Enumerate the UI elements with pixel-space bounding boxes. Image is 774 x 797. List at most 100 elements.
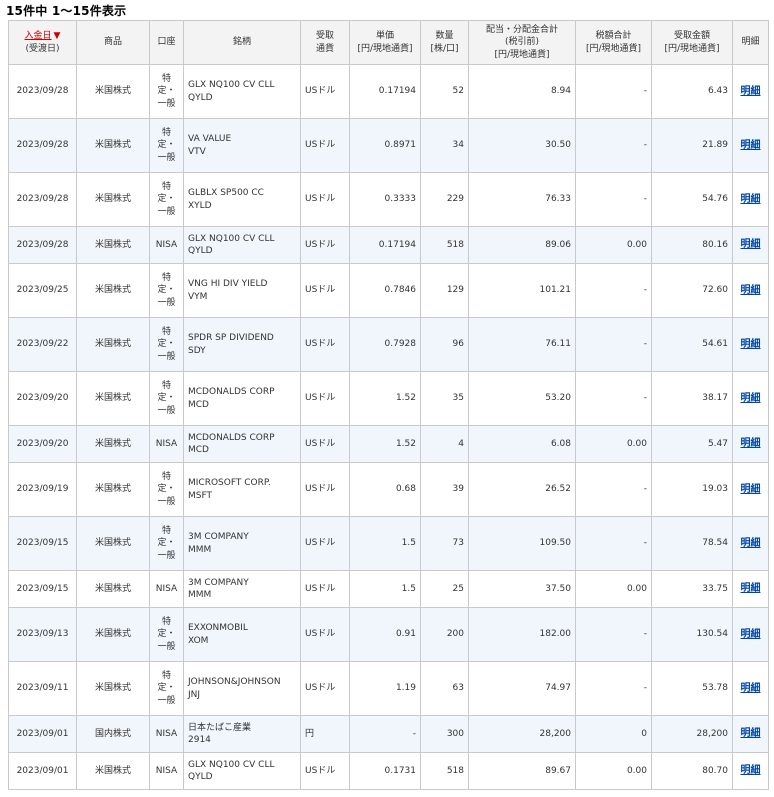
cell-unit-price: - — [349, 715, 421, 753]
account-type-text: 特 — [161, 74, 171, 85]
cell-dividend-total: 76.11 — [468, 317, 576, 372]
table-header-row: 入金日 ▼ (受渡日) 商品 口座 銘柄 受取 通貨 単価 [円/現地通貨] 数量… — [8, 20, 769, 65]
cell-unit-price: 1.52 — [349, 425, 421, 463]
cell-dividend-total: 37.50 — [468, 570, 576, 608]
table-row: 2023/09/28 米国株式特定・ 一般 VA VALUE VTV USドル 0.8971… — [8, 118, 769, 173]
detail-link[interactable]: 明細 — [741, 194, 761, 205]
cell-currency: USドル — [300, 425, 350, 463]
cell-product: 米国株式 — [76, 226, 150, 264]
detail-link[interactable]: 明細 — [741, 765, 761, 776]
cell-security-name: MICROSOFT CORP. MSFT — [183, 462, 301, 517]
cell-payment-date: 2023/09/22 — [8, 317, 77, 372]
cell-tax-total: - — [575, 263, 652, 318]
detail-link[interactable]: 明細 — [741, 538, 761, 549]
table-row: 2023/09/01 米国株式 NISA GLX NQ100 CV CLL QYLD US… — [8, 752, 769, 790]
account-type-text: 一般 — [157, 351, 176, 362]
security-ticker: MCD — [188, 445, 209, 455]
cell-currency: USドル — [300, 661, 350, 716]
cell-detail: 明細 — [732, 516, 769, 571]
detail-link[interactable]: 明細 — [741, 140, 761, 151]
cell-dividend-total: 30.50 — [468, 118, 576, 173]
cell-account: NISA — [149, 752, 184, 790]
detail-link[interactable]: 明細 — [741, 629, 761, 640]
col-header-tax-total: 税額合計 [円/現地通貨] — [575, 20, 652, 65]
cell-security-name: JOHNSON&JOHNSON JNJ — [183, 661, 301, 716]
cell-quantity: 229 — [420, 172, 469, 227]
cell-account: 特定・ 一般 — [149, 64, 184, 119]
detail-link[interactable]: 明細 — [741, 683, 761, 694]
detail-link[interactable]: 明細 — [741, 86, 761, 97]
cell-security-name: EXXONMOBIL XOM — [183, 607, 301, 662]
cell-quantity: 4 — [420, 425, 469, 463]
security-ticker: SDY — [188, 345, 206, 356]
col-header-received-amount: 受取金額 [円/現地通貨] — [651, 20, 733, 65]
result-count-summary: 15件中 1～15件表示 — [6, 4, 127, 18]
cell-dividend-total: 76.33 — [468, 172, 576, 227]
cell-quantity: 52 — [420, 64, 469, 119]
cell-unit-price: 0.17194 — [349, 64, 421, 119]
cell-dividend-total: 8.94 — [468, 64, 576, 119]
security-name: MCDONALDS CORP — [188, 432, 275, 443]
cell-product: 米国株式 — [76, 752, 150, 790]
detail-link[interactable]: 明細 — [741, 438, 761, 449]
security-ticker: 2914 — [188, 735, 211, 745]
cell-detail: 明細 — [732, 752, 769, 790]
cell-received-amount: 53.78 — [651, 661, 733, 716]
sort-by-date-link[interactable]: 入金日 — [25, 31, 52, 41]
cell-security-name: SPDR SP DIVIDEND SDY — [183, 317, 301, 372]
col-header-date[interactable]: 入金日 ▼ (受渡日) — [8, 20, 77, 65]
cell-dividend-total: 89.06 — [468, 226, 576, 264]
cell-dividend-total: 182.00 — [468, 607, 576, 662]
table-row: 2023/09/11 米国株式特定・ 一般 JOHNSON&JOHNSON JNJ USド… — [8, 661, 769, 716]
sort-desc-icon[interactable]: ▼ — [54, 30, 61, 42]
cell-unit-price: 0.17194 — [349, 226, 421, 264]
cell-payment-date: 2023/09/20 — [8, 371, 77, 426]
cell-quantity: 96 — [420, 317, 469, 372]
cell-payment-date: 2023/09/28 — [8, 64, 77, 119]
cell-tax-total: 0.00 — [575, 425, 652, 463]
detail-link[interactable]: 明細 — [741, 728, 761, 739]
cell-detail: 明細 — [732, 263, 769, 318]
account-type-text: NISA — [155, 765, 178, 776]
detail-link[interactable]: 明細 — [741, 239, 761, 250]
account-type-text: 一般 — [157, 206, 176, 217]
cell-unit-price: 1.19 — [349, 661, 421, 716]
cell-account: 特定・ 一般 — [149, 118, 184, 173]
security-name: GLX NQ100 CV CLL — [188, 759, 275, 770]
cell-unit-price: 0.8971 — [349, 118, 421, 173]
security-ticker: MCD — [188, 399, 209, 410]
detail-link[interactable]: 明細 — [741, 583, 761, 594]
cell-unit-price: 0.3333 — [349, 172, 421, 227]
cell-account: NISA — [149, 715, 184, 753]
security-name: JOHNSON&JOHNSON — [188, 677, 281, 688]
cell-detail: 明細 — [732, 661, 769, 716]
cell-account: NISA — [149, 425, 184, 463]
account-type-text: 特 — [161, 472, 171, 483]
security-ticker: QYLD — [188, 772, 213, 782]
col-header-name: 銘柄 — [183, 20, 301, 65]
account-type-text: 特 — [161, 617, 171, 628]
detail-link[interactable]: 明細 — [741, 285, 761, 296]
cell-dividend-total: 53.20 — [468, 371, 576, 426]
table-row: 2023/09/28 米国株式 NISA GLX NQ100 CV CLL QYLD US… — [8, 226, 769, 264]
cell-quantity: 300 — [420, 715, 469, 753]
security-ticker: QYLD — [188, 92, 213, 103]
account-type-text: 特 — [161, 128, 171, 139]
cell-account: 特定・ 一般 — [149, 317, 184, 372]
table-row: 2023/09/28 米国株式特定・ 一般 GLX NQ100 CV CLL QYLD U… — [8, 64, 769, 119]
cell-detail: 明細 — [732, 226, 769, 264]
account-type-text: 定・ — [157, 194, 176, 205]
detail-link[interactable]: 明細 — [741, 484, 761, 495]
cell-product: 米国株式 — [76, 263, 150, 318]
account-type-text: 定・ — [157, 393, 176, 404]
cell-detail: 明細 — [732, 118, 769, 173]
security-name: VA VALUE — [188, 134, 232, 145]
security-ticker: MSFT — [188, 490, 212, 501]
security-name: MCDONALDS CORP — [188, 387, 275, 398]
security-ticker: VYM — [188, 291, 208, 302]
cell-currency: USドル — [300, 462, 350, 517]
cell-unit-price: 0.91 — [349, 607, 421, 662]
detail-link[interactable]: 明細 — [741, 393, 761, 404]
cell-detail: 明細 — [732, 607, 769, 662]
detail-link[interactable]: 明細 — [741, 339, 761, 350]
